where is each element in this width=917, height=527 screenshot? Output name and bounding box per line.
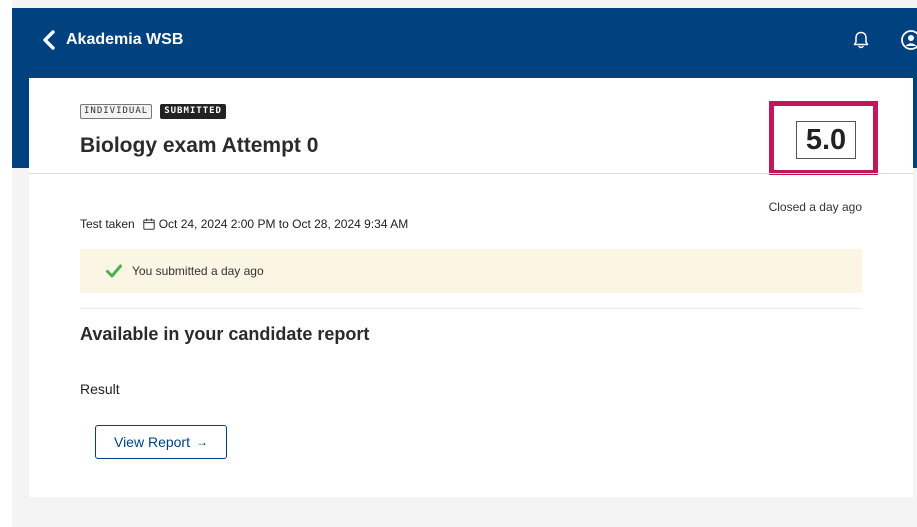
back-link-label: Akademia WSB <box>66 31 184 48</box>
submission-notice-text: You submitted a day ago <box>132 264 264 278</box>
section-divider <box>80 308 862 309</box>
chevron-left-icon <box>43 30 55 50</box>
test-taken-label: Test taken <box>80 217 135 231</box>
assessment-card: INDIVIDUAL SUBMITTED Biology exam Attemp… <box>29 78 913 497</box>
result-label: Result <box>80 381 120 397</box>
arrow-right-icon: → <box>196 435 208 449</box>
score-value: 5.0 <box>796 121 856 159</box>
back-link[interactable]: Akademia WSB <box>42 27 183 53</box>
closed-status: Closed a day ago <box>768 200 862 214</box>
page-title: Biology exam Attempt 0 <box>80 134 319 157</box>
header-divider <box>29 173 913 174</box>
status-badge: SUBMITTED <box>160 104 226 119</box>
view-report-label: View Report <box>113 434 190 450</box>
user-circle-icon[interactable] <box>900 29 917 51</box>
view-report-button[interactable]: View Report → <box>95 425 227 459</box>
submission-notice: You submitted a day ago <box>80 249 862 293</box>
check-icon <box>106 264 122 278</box>
calendar-icon <box>143 218 155 230</box>
badge-group: INDIVIDUAL SUBMITTED <box>80 104 234 119</box>
test-taken-row: Test taken Oct 24, 2024 2:00 PM to Oct 2… <box>80 217 408 231</box>
test-taken-range: Oct 24, 2024 2:00 PM to Oct 28, 2024 9:3… <box>158 217 409 231</box>
bell-icon[interactable] <box>851 30 871 50</box>
report-heading: Available in your candidate report <box>80 324 370 344</box>
type-badge: INDIVIDUAL <box>80 104 153 119</box>
